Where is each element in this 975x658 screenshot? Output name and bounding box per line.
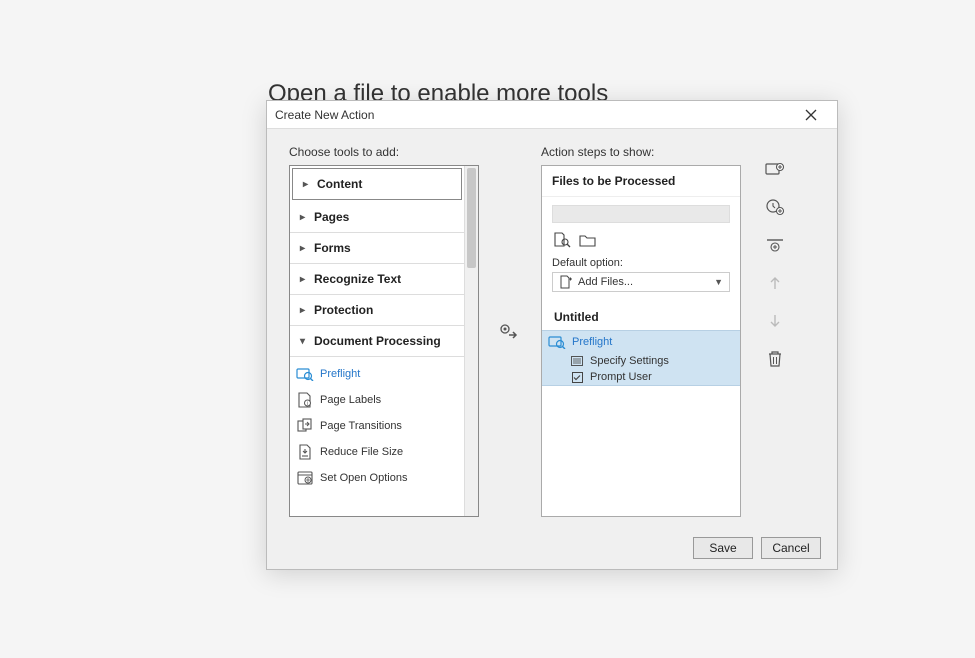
category-document-processing[interactable]: ▾ Document Processing — [290, 326, 464, 357]
choose-tools-label: Choose tools to add: — [289, 145, 479, 159]
document-processing-items: Preflight i Page Labels Pag — [290, 357, 464, 495]
files-body: Default option: Add Files... ▼ — [542, 197, 740, 300]
add-divider-button[interactable] — [764, 235, 786, 255]
tool-label: Preflight — [320, 368, 360, 380]
files-header: Files to be Processed — [542, 166, 740, 197]
preflight-icon — [296, 366, 314, 382]
category-forms[interactable]: ▸ Forms — [290, 233, 464, 264]
step-prompt-user[interactable]: Prompt User — [542, 369, 740, 385]
divider-add-icon — [766, 238, 784, 252]
file-search-icon — [553, 232, 571, 248]
category-label: Pages — [314, 210, 349, 224]
checkbox-checked-icon — [570, 371, 584, 383]
category-label: Protection — [314, 303, 373, 317]
delete-step-button[interactable] — [764, 349, 786, 369]
cancel-button[interactable]: Cancel — [761, 537, 821, 559]
add-instruction-button[interactable] — [764, 159, 786, 179]
chevron-right-icon: ▸ — [300, 212, 308, 223]
step-header: Preflight — [542, 331, 740, 353]
chevron-right-icon: ▸ — [300, 305, 308, 316]
folder-icon — [579, 233, 597, 247]
dropdown-text: Add Files... — [578, 276, 633, 288]
tool-label: Page Labels — [320, 394, 381, 406]
close-button[interactable] — [805, 109, 829, 121]
action-steps-panel: Files to be Processed Default option: — [541, 165, 741, 517]
transfer-column — [493, 145, 527, 521]
tool-reduce-file-size[interactable]: Reduce File Size — [290, 439, 464, 465]
category-label: Forms — [314, 241, 351, 255]
save-button[interactable]: Save — [693, 537, 753, 559]
add-folder-button[interactable] — [578, 231, 598, 249]
move-down-button[interactable] — [764, 311, 786, 331]
panel-plus-icon — [765, 161, 785, 177]
category-protection[interactable]: ▸ Protection — [290, 295, 464, 326]
arrow-up-icon — [768, 275, 782, 291]
default-option-dropdown[interactable]: Add Files... ▼ — [552, 272, 730, 292]
settings-list-icon — [570, 355, 584, 367]
action-steps-label: Action steps to show: — [541, 145, 741, 159]
right-column: Action steps to show: Files to be Proces… — [541, 145, 741, 521]
category-label: Recognize Text — [314, 272, 401, 286]
tool-label: Reduce File Size — [320, 446, 403, 458]
transfer-arrow-icon — [499, 323, 521, 343]
set-open-options-icon — [296, 470, 314, 486]
category-recognize-text[interactable]: ▸ Recognize Text — [290, 264, 464, 295]
specify-label: Specify Settings — [590, 355, 669, 367]
svg-text:i: i — [307, 401, 308, 407]
left-column: Choose tools to add: ▸ Content ▸ Pages ▸… — [289, 145, 479, 521]
tool-preflight[interactable]: Preflight — [290, 361, 464, 387]
tool-page-labels[interactable]: i Page Labels — [290, 387, 464, 413]
category-content[interactable]: ▸ Content — [292, 168, 462, 200]
find-file-button[interactable] — [552, 231, 572, 249]
chevron-right-icon: ▸ — [300, 274, 308, 285]
dialog-title: Create New Action — [275, 108, 805, 122]
chevron-down-icon: ▾ — [300, 336, 308, 347]
clock-plus-icon — [765, 198, 785, 216]
tools-list-inner: ▸ Content ▸ Pages ▸ Forms ▸ Recognize Te… — [290, 168, 464, 495]
chevron-right-icon: ▸ — [300, 243, 308, 254]
tool-set-open-options[interactable]: Set Open Options — [290, 465, 464, 491]
category-pages[interactable]: ▸ Pages — [290, 202, 464, 233]
prompt-label: Prompt User — [590, 371, 652, 383]
category-label: Content — [317, 177, 362, 191]
step-name: Preflight — [572, 336, 612, 348]
dialog-footer: Save Cancel — [267, 529, 837, 567]
side-toolbar — [755, 145, 795, 521]
caret-down-icon: ▼ — [714, 277, 723, 287]
default-option-label: Default option: — [552, 257, 730, 269]
page-labels-icon: i — [296, 392, 314, 408]
page-transitions-icon — [296, 418, 314, 434]
scrollbar-thumb[interactable] — [467, 168, 476, 268]
preflight-icon — [548, 335, 566, 349]
files-placeholder-bar — [552, 205, 730, 223]
category-label: Document Processing — [314, 334, 441, 348]
add-prompt-button[interactable] — [764, 197, 786, 217]
tool-label: Set Open Options — [320, 472, 407, 484]
create-action-dialog: Create New Action Choose tools to add: ▸… — [266, 100, 838, 570]
dialog-titlebar: Create New Action — [267, 101, 837, 129]
step-preflight[interactable]: Preflight Specify Settings Prompt User — [542, 330, 740, 386]
tool-label: Page Transitions — [320, 420, 402, 432]
arrow-down-icon — [768, 313, 782, 329]
move-up-button[interactable] — [764, 273, 786, 293]
add-files-icon — [559, 275, 573, 289]
reduce-file-size-icon — [296, 444, 314, 460]
tools-list: ▸ Content ▸ Pages ▸ Forms ▸ Recognize Te… — [289, 165, 479, 517]
chevron-right-icon: ▸ — [303, 179, 311, 190]
files-icon-row — [552, 231, 730, 249]
step-specify-settings[interactable]: Specify Settings — [542, 353, 740, 369]
add-to-steps-button[interactable] — [498, 321, 522, 345]
scrollbar[interactable] — [464, 166, 478, 516]
step-group-title: Untitled — [542, 300, 740, 330]
trash-icon — [767, 350, 783, 368]
tool-page-transitions[interactable]: Page Transitions — [290, 413, 464, 439]
dialog-content: Choose tools to add: ▸ Content ▸ Pages ▸… — [267, 129, 837, 529]
close-icon — [805, 109, 817, 121]
